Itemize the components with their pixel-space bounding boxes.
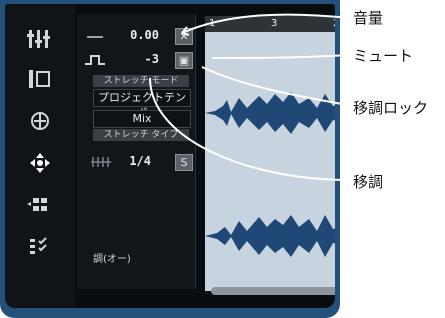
- callout-transpose: 移調: [353, 173, 384, 191]
- callout-volume: 音量: [353, 9, 384, 27]
- callout-transpose-lock: 移調ロック: [353, 99, 429, 117]
- callout-mute: ミュート: [353, 47, 414, 65]
